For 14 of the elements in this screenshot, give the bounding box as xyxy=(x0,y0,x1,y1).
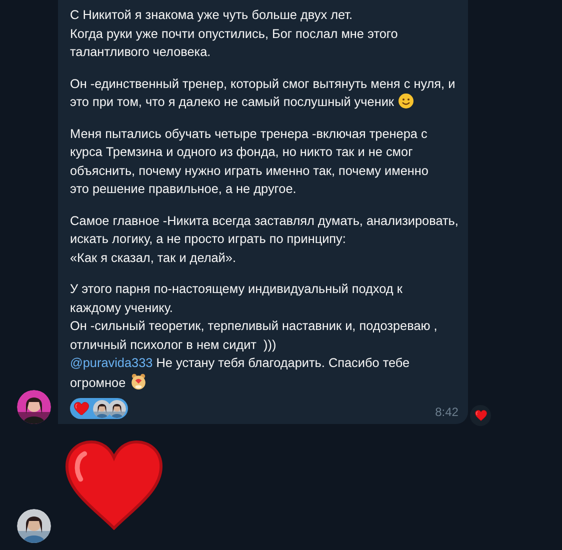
message-paragraph: Он -единственный тренер, который смог вытянуть меня с нуля, и это при том, что я далеко не самый послушный ученик xyxy=(70,76,456,111)
message-paragraph: @puravida333 Не устану тебя благодарить. Спасибо тебе огромное xyxy=(70,355,411,392)
message-time: 8:42 xyxy=(435,404,458,420)
message-paragraph: С Никитой я знакома уже чуть больше двух лет. Когда руки уже почти опустились, Бог послал мне этого талантливого человека. xyxy=(70,7,399,61)
message-paragraph: У этого парня по-настоящему индивидуальный подход к каждому ученику. Он -сильный теоретик, терпеливый наставник и, подозреваю , отличный психолог в нем сидит ))) xyxy=(70,281,438,354)
heart-icon xyxy=(474,410,487,422)
bear-hug-icon xyxy=(130,372,147,390)
message-paragraph: Меня пытались обучать четыре тренера -включая тренера с курса Тремзина и одного из фонда, но никто так и не смог объяснить, почему нужно играть именно так, почему именно это решение правильное, а не другое. xyxy=(70,126,430,198)
message-paragraph: Самое главное -Никита всегда заставлял думать, анализировать, искать логику, а не просто играть по принципу: «Как я сказал, так и делай». xyxy=(70,212,458,266)
heart-icon xyxy=(74,402,89,416)
mention-link[interactable]: @puravida333 xyxy=(70,356,153,370)
reaction-chip[interactable] xyxy=(70,398,128,419)
quick-reaction-button[interactable] xyxy=(470,405,492,426)
smiley-icon xyxy=(398,93,414,109)
